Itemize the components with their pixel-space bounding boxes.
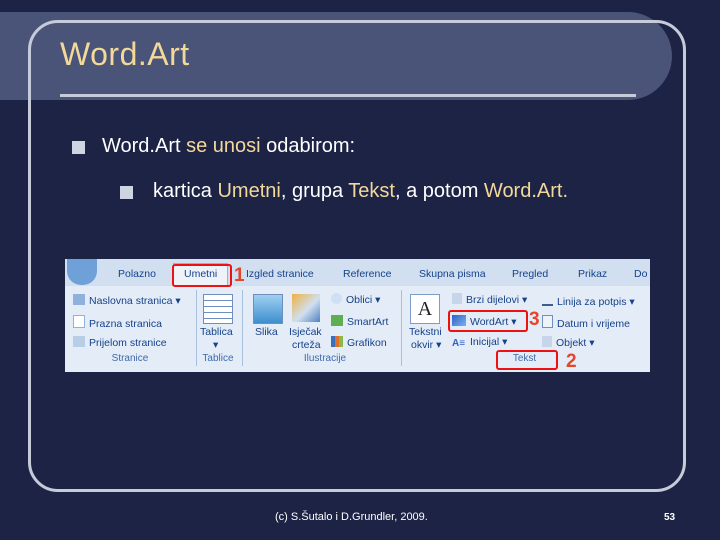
clip-art-icon[interactable]: [292, 294, 320, 322]
date-time-button[interactable]: Datum i vrijeme: [542, 315, 630, 330]
bullet-line-1: Word.Art se unosi odabirom:: [102, 135, 356, 157]
tekst-highlight-box: [496, 350, 558, 370]
page-number: 53: [664, 512, 676, 523]
group-label-tablice: Tablice: [202, 353, 234, 364]
group-separator: [242, 290, 243, 366]
slide-title: Word.Art: [60, 36, 190, 72]
drop-cap-button[interactable]: A≡ Inicijal ▾: [452, 336, 507, 349]
smartart-button[interactable]: SmartArt: [331, 315, 388, 328]
textbox-icon[interactable]: A: [410, 294, 440, 324]
chart-icon: [331, 336, 343, 347]
slide-footer: (c) S.Šutalo i D.Grundler, 2009.: [275, 511, 428, 523]
tab-izgled-stranice[interactable]: Izgled stranice: [246, 268, 314, 280]
page-break-button[interactable]: Prijelom stranice: [73, 336, 167, 349]
calendar-icon: [542, 315, 553, 328]
shapes-button[interactable]: Oblici ▾: [331, 293, 380, 306]
picture-button-label[interactable]: Slika: [255, 326, 278, 338]
tab-prikaz[interactable]: Prikaz: [578, 268, 607, 280]
tab-pregled[interactable]: Pregled: [512, 268, 548, 280]
page-icon: [73, 315, 85, 328]
tab-polazno[interactable]: Polazno: [118, 268, 156, 280]
bullet-line-2: kartica Umetni, grupa Tekst, a potom Wor…: [153, 180, 569, 202]
quick-parts-button[interactable]: Brzi dijelovi ▾: [452, 293, 527, 306]
umetni-highlight-box: [172, 264, 232, 287]
shapes-icon: [331, 293, 342, 304]
signature-icon: [542, 293, 553, 306]
textbox-label-1[interactable]: Tekstni: [409, 326, 442, 338]
page-icon: [73, 294, 85, 305]
chevron-down-icon[interactable]: ▾: [213, 339, 218, 351]
smartart-icon: [331, 315, 343, 326]
signature-line-button[interactable]: Linija za potpis ▾: [542, 293, 635, 308]
marker-3: 3: [529, 309, 540, 330]
drop-cap-icon: A≡: [452, 338, 466, 349]
group-separator: [196, 290, 197, 366]
group-label-ilustracije: Ilustracije: [303, 353, 347, 364]
object-icon: [542, 336, 552, 347]
group-label-stranice: Stranice: [111, 353, 149, 364]
table-icon[interactable]: [203, 294, 233, 324]
ribbon-screenshot: Polazno Umetni Izgled stranice Reference…: [65, 259, 650, 372]
marker-2: 2: [566, 351, 577, 372]
blank-page-button[interactable]: Prazna stranica: [73, 315, 162, 330]
tab-do[interactable]: Do: [634, 268, 647, 280]
textbox-label-2[interactable]: okvir ▾: [411, 339, 441, 351]
cover-page-button[interactable]: Naslovna stranica ▾: [73, 294, 181, 307]
group-separator: [401, 290, 402, 366]
office-button[interactable]: [67, 259, 97, 285]
marker-1: 1: [234, 265, 245, 286]
quick-parts-icon: [452, 293, 462, 304]
tab-reference[interactable]: Reference: [343, 268, 391, 280]
wordart-highlight-box: [448, 310, 528, 332]
picture-icon[interactable]: [253, 294, 283, 324]
bullet-square-icon: [72, 141, 85, 154]
chart-button[interactable]: Grafikon: [331, 336, 387, 349]
tab-skupna-pisma[interactable]: Skupna pisma: [419, 268, 486, 280]
clip-art-label-1[interactable]: Isječak: [289, 326, 322, 338]
clip-art-label-2[interactable]: crteža: [292, 339, 321, 351]
object-button[interactable]: Objekt ▾: [542, 336, 595, 349]
page-break-icon: [73, 336, 85, 347]
table-button-label[interactable]: Tablica: [200, 326, 233, 338]
slide-frame: [28, 20, 686, 492]
bullet-square-icon: [120, 186, 133, 199]
ribbon-tab-row: Polazno Umetni Izgled stranice Reference…: [65, 259, 650, 287]
